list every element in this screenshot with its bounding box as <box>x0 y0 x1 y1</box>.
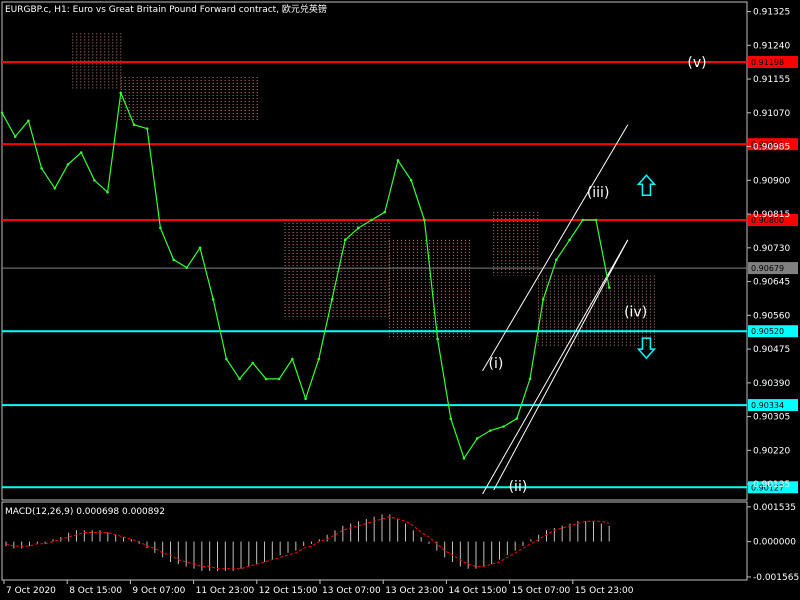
price-point <box>436 337 439 341</box>
price-tick-label: 0.90390 <box>753 379 790 389</box>
price-point <box>568 238 571 242</box>
price-point <box>607 286 611 289</box>
price-point <box>0 111 4 115</box>
price-point <box>93 179 96 182</box>
price-axis: 0.91325 0.91240 0.91155 0.91070 0.90985 0.909… <box>747 8 790 490</box>
wave-label: (v) <box>687 55 706 71</box>
price-point <box>475 437 479 440</box>
price-tick-label: 0.90730 <box>753 244 790 254</box>
price-point <box>185 266 189 269</box>
chart-title: EURGBP.c, H1: Euro vs Great Britain Poun… <box>5 3 327 15</box>
price-point <box>13 135 17 138</box>
time-tick-label: 12 Oct 15:00 <box>259 586 318 596</box>
time-tick-label: 9 Oct 07:00 <box>132 586 185 596</box>
wave-label: (iii) <box>587 185 610 201</box>
price-point <box>40 167 43 170</box>
price-point <box>317 357 321 361</box>
time-tick-label: 14 Oct 15:00 <box>448 586 507 596</box>
price-point <box>489 429 492 432</box>
price-point <box>304 397 307 401</box>
price-point <box>462 457 466 460</box>
price-point <box>370 218 373 222</box>
price-point <box>383 210 387 214</box>
price-point <box>66 163 70 166</box>
price-tick-label: 0.90900 <box>753 176 790 186</box>
price-tick-label: 0.90560 <box>753 311 790 321</box>
price-point <box>396 159 400 162</box>
price-point <box>330 298 334 301</box>
macd-tick-label: 0.001535 <box>753 503 796 513</box>
time-tick-label: 15 Oct 07:00 <box>512 586 571 596</box>
price-point <box>277 377 281 381</box>
wave-label: (ii) <box>509 479 528 495</box>
time-tick-label: 13 Oct 23:00 <box>385 586 444 596</box>
price-point <box>555 258 558 262</box>
price-point <box>106 190 109 194</box>
time-tick-label: 15 Oct 23:00 <box>575 586 634 596</box>
price-tick-label: 0.90135 <box>753 480 790 490</box>
price-point <box>528 377 532 381</box>
price-point <box>515 417 519 420</box>
level-price-label: 0.91198 <box>751 58 784 67</box>
level-price-label: 0.90334 <box>751 401 784 410</box>
time-tick-label: 7 Oct 2020 <box>6 586 56 596</box>
price-tick-label: 0.91070 <box>753 109 790 119</box>
price-point <box>145 127 149 130</box>
price-point <box>409 179 413 182</box>
price-point <box>343 238 347 242</box>
level-price-label: 0.90520 <box>751 327 784 336</box>
price-tick-label: 0.90645 <box>753 278 790 288</box>
price-point <box>357 226 360 230</box>
macd-tick-label: 0.000000 <box>753 538 796 548</box>
price-point <box>27 119 30 123</box>
time-tick-label: 8 Oct 15:00 <box>69 586 122 596</box>
level-price-label: 0.90679 <box>751 264 784 273</box>
price-point <box>423 218 426 222</box>
time-tick-label: 13 Oct 07:00 <box>322 586 381 596</box>
price-point <box>502 425 505 428</box>
price-tick-label: 0.90815 <box>753 210 790 220</box>
price-point <box>53 186 57 190</box>
price-tick-label: 0.91240 <box>753 41 790 51</box>
price-point <box>251 361 255 365</box>
price-point <box>159 226 162 230</box>
wave-label: (iv) <box>624 304 647 320</box>
price-point <box>132 123 136 127</box>
price-point <box>238 377 241 381</box>
macd-title: MACD(12,26,9) 0.000698 0.000892 <box>5 507 165 517</box>
price-point <box>594 218 598 222</box>
price-point <box>79 151 83 154</box>
price-point <box>541 298 545 301</box>
price-point <box>119 91 123 95</box>
price-point <box>225 357 228 361</box>
price-tick-label: 0.90985 <box>753 143 790 153</box>
price-point <box>211 298 215 301</box>
price-point <box>172 258 175 262</box>
price-point <box>449 417 453 420</box>
price-point <box>198 246 202 250</box>
price-tick-label: 0.91155 <box>753 75 790 85</box>
forex-chart-canvas[interactable]: 0.911980.909910.908000.906790.905200.903… <box>0 0 800 600</box>
price-point <box>264 377 268 381</box>
price-point <box>581 218 585 222</box>
price-tick-label: 0.90305 <box>753 413 790 423</box>
price-tick-label: 0.90475 <box>753 345 790 355</box>
price-tick-label: 0.90220 <box>753 446 790 456</box>
price-tick-label: 0.91325 <box>753 8 790 18</box>
macd-tick-label: -0.001565 <box>753 573 799 583</box>
time-tick-label: 11 Oct 23:00 <box>196 586 255 596</box>
wave-label: (i) <box>488 356 503 372</box>
price-point <box>291 357 294 361</box>
